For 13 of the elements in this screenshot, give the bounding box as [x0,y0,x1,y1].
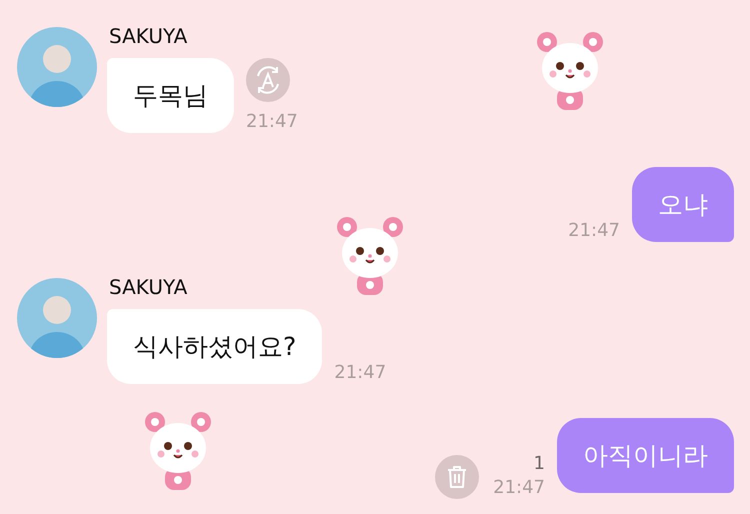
unread-count: 1 [534,454,545,474]
message-time: 21:47 [246,112,298,132]
sender-name: SAKUYA [109,276,188,298]
trash-icon[interactable] [435,454,480,498]
message-bubble: 식사하셨어요? [107,309,322,384]
sender-name: SAKUYA [109,25,188,47]
message-time: 21:47 [493,478,545,498]
message-time: 21:47 [334,363,386,383]
message-bubble: 아직이니라 [557,418,734,493]
message-bubble: 오냐 [632,167,734,242]
translate-icon[interactable] [246,58,290,102]
message-bubble: 두목님 [107,58,234,133]
message-time: 21:47 [568,221,620,241]
